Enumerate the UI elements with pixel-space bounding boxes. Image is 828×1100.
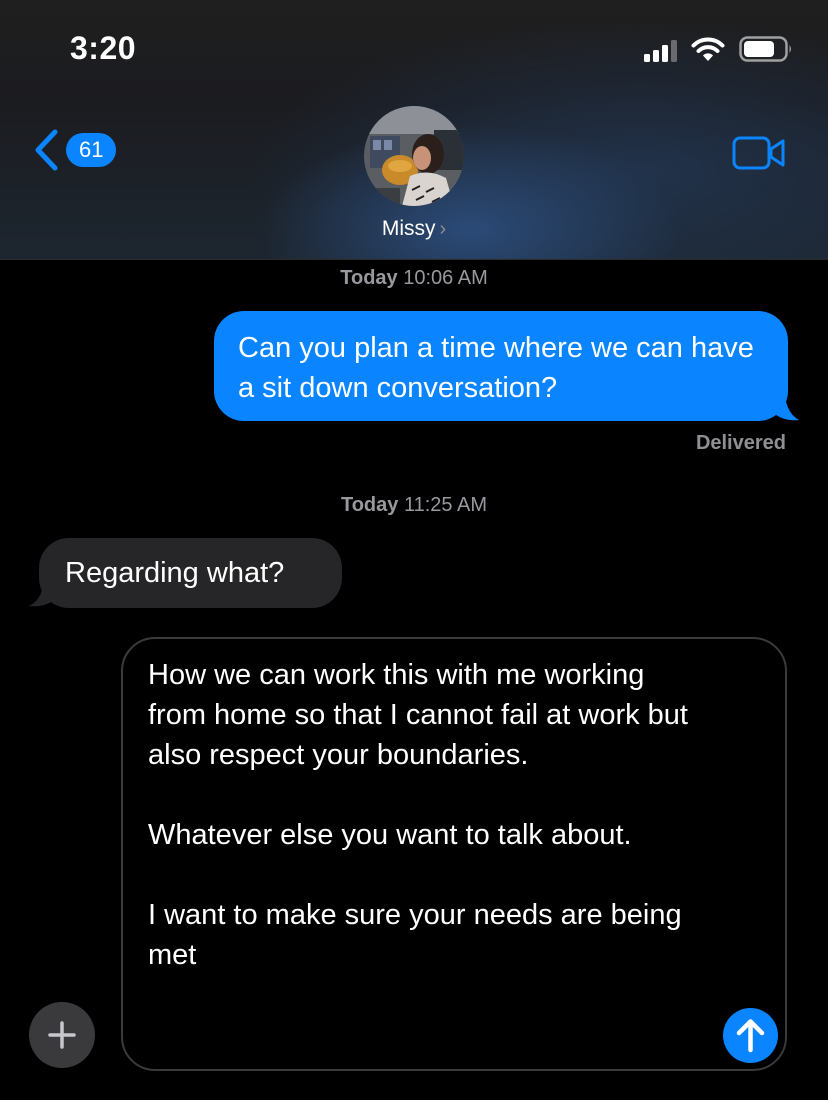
conversation-header: 3:20 61 Missy › [0, 0, 828, 260]
outgoing-message-text: Can you plan a time where we can have a … [238, 332, 754, 404]
outgoing-message-bubble[interactable]: Can you plan a time where we can have a … [214, 311, 788, 421]
contact-name-button[interactable]: Missy › [0, 217, 828, 241]
battery-icon [739, 36, 791, 62]
timestamp-day: Today [340, 267, 398, 289]
delivery-status: Delivered [695, 432, 786, 454]
cellular-signal-icon [644, 38, 677, 62]
avatar-photo [364, 106, 464, 206]
message-input-text: How we can work this with me working fro… [148, 659, 688, 971]
status-icons [644, 36, 793, 62]
wifi-icon [691, 37, 725, 61]
plus-icon [48, 1021, 76, 1049]
outgoing-bubble-tail [770, 384, 799, 421]
unread-count-badge: 61 [66, 133, 117, 167]
incoming-message-text: Regarding what? [65, 557, 285, 589]
chevron-right-icon: › [439, 218, 447, 240]
status-time: 3:20 [70, 30, 137, 66]
timestamp-day: Today [340, 494, 399, 516]
chevron-left-icon [35, 129, 58, 171]
arrow-up-icon [736, 1019, 765, 1053]
back-button[interactable]: 61 [32, 128, 117, 172]
facetime-video-button[interactable] [732, 135, 786, 176]
message-input-field[interactable]: How we can work this with me working fro… [121, 637, 787, 1071]
incoming-message-bubble[interactable]: Regarding what? [39, 538, 342, 608]
timestamp-time: 10:06 AM [403, 267, 488, 289]
message-timestamp: Today 11:25 AM [0, 494, 828, 517]
video-camera-icon [732, 136, 785, 170]
send-button[interactable] [723, 1008, 778, 1063]
incoming-bubble-tail [29, 575, 58, 607]
contact-name: Missy [381, 217, 436, 240]
timestamp-time: 11:25 AM [403, 494, 487, 516]
message-timestamp: Today 10:06 AM [0, 267, 828, 290]
contact-avatar[interactable] [364, 106, 464, 206]
add-attachment-button[interactable] [29, 1002, 95, 1068]
